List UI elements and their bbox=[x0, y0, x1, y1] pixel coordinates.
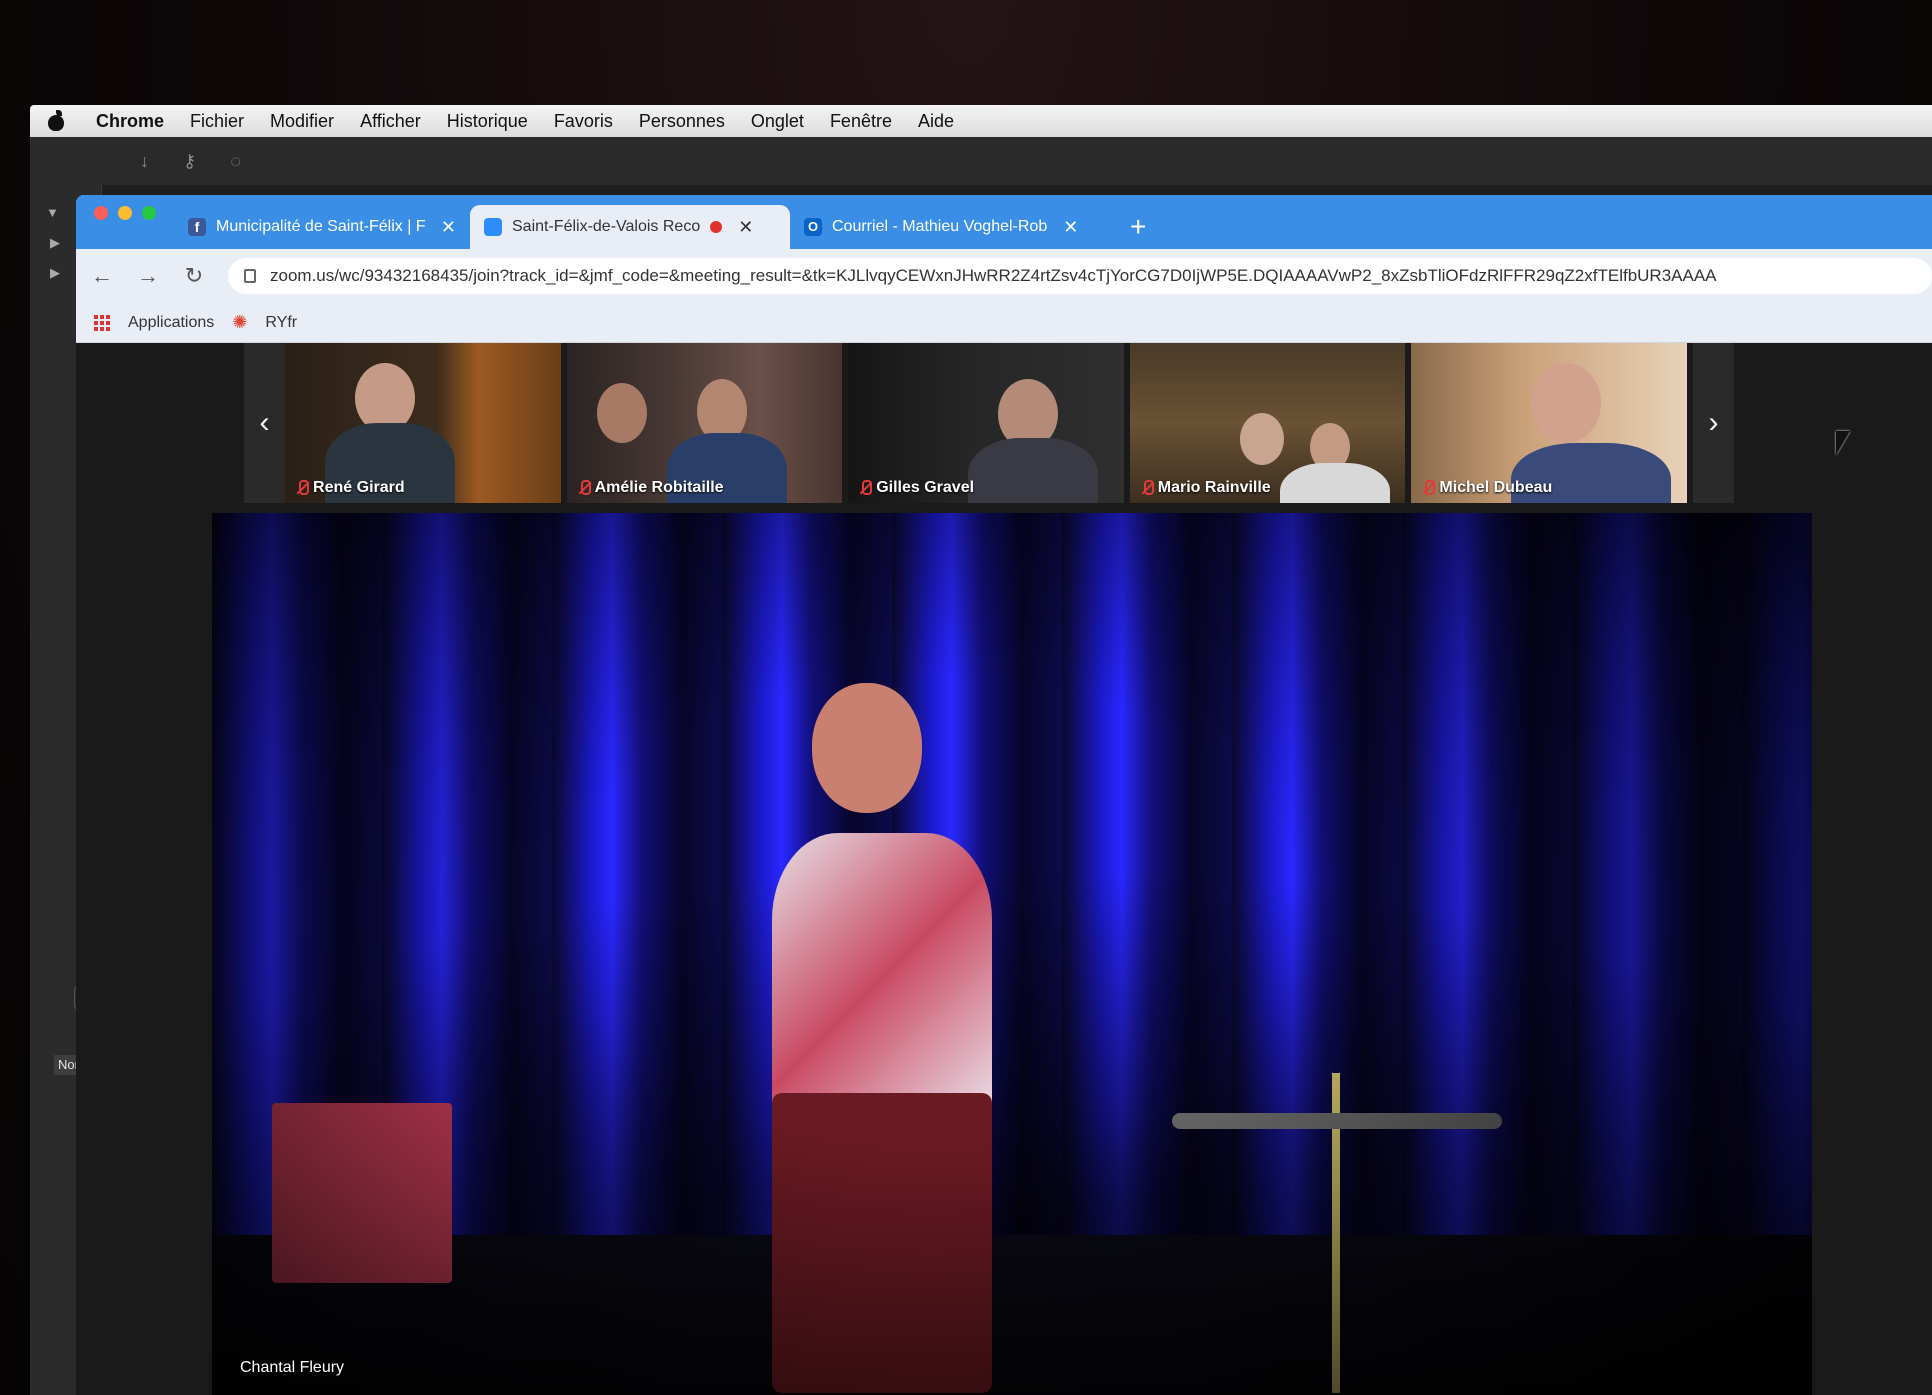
key-icon[interactable]: ⚷ bbox=[183, 151, 196, 172]
apple-icon[interactable] bbox=[46, 110, 66, 132]
new-tab-button[interactable]: + bbox=[1116, 211, 1160, 249]
close-window-icon[interactable] bbox=[94, 206, 108, 220]
zoom-window-icon[interactable] bbox=[142, 206, 156, 220]
participant-name: Michel Dubeau bbox=[1439, 479, 1553, 496]
menu-historique[interactable]: Historique bbox=[447, 111, 528, 132]
zoom-meeting-view: ‹ René Girard Amélie Robitaille Gilles G… bbox=[76, 343, 1932, 1395]
outlook-icon: O bbox=[804, 218, 822, 236]
tab-label: Municipalité de Saint-Félix | Fa bbox=[216, 218, 425, 235]
menu-personnes[interactable]: Personnes bbox=[639, 111, 725, 132]
participant-tile[interactable]: Gilles Gravel bbox=[848, 343, 1124, 503]
participant-name: Amélie Robitaille bbox=[594, 479, 724, 496]
back-arrow-icon[interactable]: ← bbox=[90, 263, 114, 289]
participant-tile[interactable]: Amélie Robitaille bbox=[566, 343, 843, 503]
bookmark-ryfr[interactable]: RYfr bbox=[265, 314, 297, 332]
download-icon[interactable]: ↓ bbox=[140, 151, 149, 172]
menu-aide[interactable]: Aide bbox=[918, 111, 954, 132]
radio-canada-icon: ✺ bbox=[232, 312, 248, 332]
participant-video bbox=[1279, 463, 1390, 503]
bookmark-applications[interactable]: Applications bbox=[128, 314, 214, 332]
participant-tile[interactable]: René Girard bbox=[285, 343, 561, 503]
participant-video bbox=[596, 383, 647, 443]
participant-tile[interactable]: Mario Rainville bbox=[1129, 343, 1406, 503]
participant-name: Gilles Gravel bbox=[876, 479, 975, 496]
tab-outlook[interactable]: O Courriel - Mathieu Voghel-Rob ✕ bbox=[790, 205, 1116, 249]
tab-zoom-meeting[interactable]: Saint-Félix-de-Valois Reco ✕ bbox=[470, 205, 790, 249]
menu-modifier[interactable]: Modifier bbox=[270, 111, 334, 132]
active-speaker-video: Chantal Fleury bbox=[212, 513, 1812, 1395]
chevron-right-icon: › bbox=[1708, 406, 1719, 439]
participant-name: René Girard bbox=[313, 479, 405, 496]
muted-mic-icon bbox=[860, 480, 873, 496]
window-controls bbox=[76, 206, 174, 238]
checkmark-circle-icon[interactable]: ◌ bbox=[230, 151, 241, 172]
chevron-left-icon: ‹ bbox=[259, 406, 270, 439]
tab-strip: f Municipalité de Saint-Félix | Fa ✕ Sai… bbox=[76, 195, 1932, 249]
disclosure-triangle-icon[interactable]: ▶ bbox=[50, 265, 60, 281]
facebook-icon: f bbox=[188, 218, 206, 236]
bookmarks-bar: Applications ✺ RYfr bbox=[76, 303, 1932, 343]
menu-afficher[interactable]: Afficher bbox=[360, 111, 421, 132]
photo-backdrop: Chrome Fichier Modifier Afficher Histori… bbox=[0, 0, 1932, 1395]
participant-name: Mario Rainville bbox=[1157, 479, 1271, 496]
muted-mic-icon bbox=[1142, 480, 1154, 496]
disclosure-triangle-icon[interactable]: ▼ bbox=[46, 205, 59, 220]
finder-toolbar: ↓ ⚷ ◌ bbox=[30, 137, 1932, 185]
close-tab-icon[interactable]: ✕ bbox=[441, 217, 456, 238]
tab-facebook[interactable]: f Municipalité de Saint-Félix | Fa ✕ bbox=[174, 205, 470, 249]
menu-onglet[interactable]: Onglet bbox=[751, 111, 804, 132]
lock-icon[interactable] bbox=[244, 269, 256, 283]
url-text: zoom.us/wc/93432168435/join?track_id=&jm… bbox=[270, 266, 1717, 285]
mouse-pointer-icon bbox=[1836, 431, 1850, 455]
monitor-screen: Chrome Fichier Modifier Afficher Histori… bbox=[30, 105, 1932, 1395]
menu-chrome[interactable]: Chrome bbox=[96, 111, 164, 132]
chrome-window: f Municipalité de Saint-Félix | Fa ✕ Sai… bbox=[76, 195, 1932, 1395]
mac-menu-bar: Chrome Fichier Modifier Afficher Histori… bbox=[30, 105, 1932, 137]
participant-video bbox=[1531, 363, 1602, 443]
participant-video bbox=[1239, 413, 1284, 465]
participant-video bbox=[968, 438, 1099, 503]
participant-tile[interactable]: Michel Dubeau bbox=[1411, 343, 1687, 503]
address-bar[interactable]: zoom.us/wc/93432168435/join?track_id=&jm… bbox=[228, 258, 1932, 294]
menu-fichier[interactable]: Fichier bbox=[190, 111, 244, 132]
disclosure-triangle-icon[interactable]: ▶ bbox=[50, 235, 60, 251]
zoom-icon bbox=[484, 218, 502, 236]
close-tab-icon[interactable]: ✕ bbox=[1063, 217, 1078, 238]
apps-grid-icon bbox=[94, 314, 110, 331]
menu-fenetre[interactable]: Fenêtre bbox=[830, 111, 892, 132]
speaker-name: Chantal Fleury bbox=[240, 1359, 345, 1376]
minimize-window-icon[interactable] bbox=[118, 206, 132, 220]
muted-mic-icon bbox=[579, 480, 591, 496]
recording-indicator-icon bbox=[710, 221, 723, 233]
forward-arrow-icon[interactable]: → bbox=[136, 263, 160, 289]
menu-favoris[interactable]: Favoris bbox=[554, 111, 613, 132]
next-page-button[interactable]: › bbox=[1692, 343, 1734, 503]
tab-label: Courriel - Mathieu Voghel-Rob bbox=[832, 218, 1048, 235]
participant-strip: ‹ René Girard Amélie Robitaille Gilles G… bbox=[244, 343, 1734, 503]
browser-toolbar: ← → ↻ zoom.us/wc/93432168435/join?track_… bbox=[76, 249, 1932, 303]
muted-mic-icon bbox=[297, 480, 310, 496]
muted-mic-icon bbox=[1423, 480, 1436, 496]
previous-page-button[interactable]: ‹ bbox=[244, 343, 286, 503]
tab-label: Saint-Félix-de-Valois Reco bbox=[512, 218, 701, 235]
reload-icon[interactable]: ↻ bbox=[182, 263, 206, 289]
close-tab-icon[interactable]: ✕ bbox=[738, 217, 753, 238]
